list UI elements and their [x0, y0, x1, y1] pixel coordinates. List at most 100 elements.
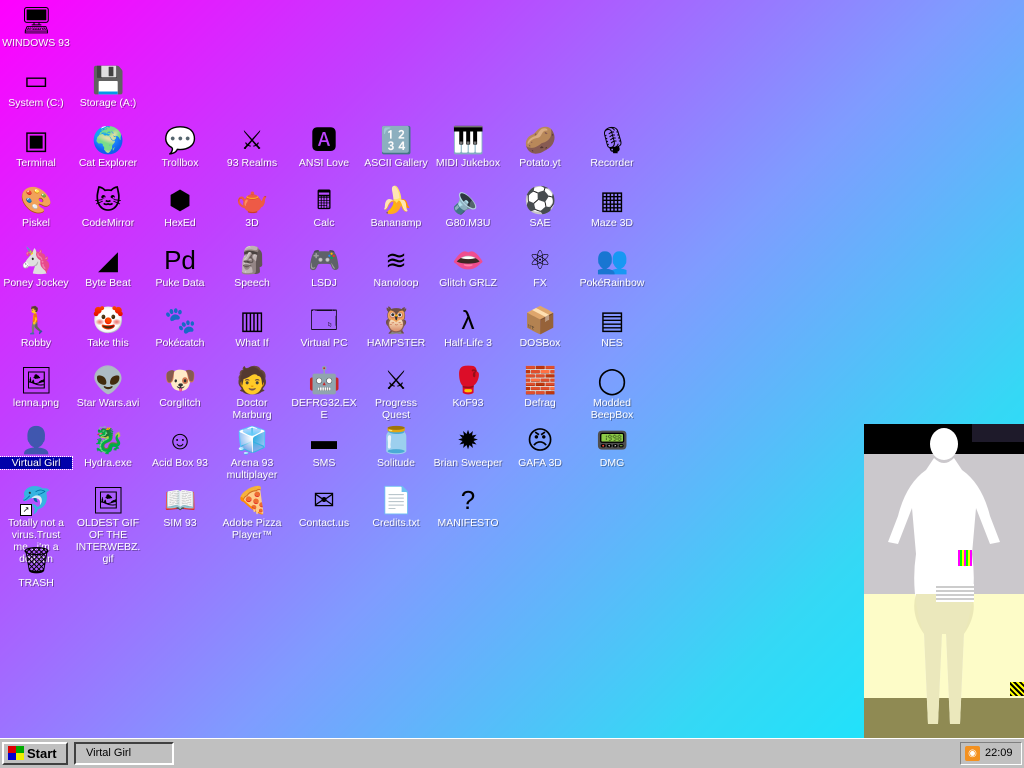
desktop-icon-what-if[interactable]: ▥ What If: [216, 304, 288, 349]
desktop-icon-progress-quest[interactable]: ⚔ Progress Quest: [360, 364, 432, 421]
desktop-icon-midi-jukebox[interactable]: 🎹 MIDI Jukebox: [432, 124, 504, 169]
virtual-girl-window[interactable]: [864, 424, 1024, 738]
desktop-icon-lenna-png[interactable]: 🖼 lenna.png: [0, 364, 72, 409]
desktop-icon-contact-us[interactable]: ✉ Contact.us: [288, 484, 360, 529]
desktop-icon-byte-beat[interactable]: ◢ Byte Beat: [72, 244, 144, 289]
pokemon-trainers-icon: 👥: [596, 245, 629, 275]
desktop-icon-arena-93-multiplayer[interactable]: 🧊 Arena 93 multiplayer: [216, 424, 288, 481]
desktop-icon-pok-catch[interactable]: 🐾 Pokécatch: [144, 304, 216, 349]
desktop-icon-half-life-3[interactable]: λ Half-Life 3: [432, 304, 504, 349]
dragon-icon: 🐉: [92, 425, 125, 455]
desktop-icon-storage-a[interactable]: 💾 Storage (A:): [72, 64, 144, 109]
desktop-icon-codemirror[interactable]: 🐱 CodeMirror: [72, 184, 144, 229]
desktop-icon-label: DMG: [599, 457, 625, 469]
desktop-icon-label: Glitch GRLZ: [439, 277, 497, 289]
stick-figure-icon: 🚶: [20, 305, 53, 335]
desktop-icon-trollbox[interactable]: 💬 Trollbox: [144, 124, 216, 169]
desktop-icon-maze-3d[interactable]: ▦ Maze 3D: [576, 184, 648, 229]
desktop-icon-piskel[interactable]: 🎨 Piskel: [0, 184, 72, 229]
chat-bubble-icon: 💬: [164, 125, 197, 155]
desktop-icon-label: Modded BeepBox: [590, 397, 634, 421]
desktop-icon-sms[interactable]: ▬ SMS: [288, 424, 360, 469]
desktop-icon-g80-m3u[interactable]: 🔈 G80.M3U: [432, 184, 504, 229]
desktop-icon-bananamp[interactable]: 🍌 Bananamp: [360, 184, 432, 229]
desktop[interactable]: 🖥 WINDOWS 93 ▭ System (C:) 💾 Storage (A:) ▣ Ter…: [0, 0, 1024, 738]
desktop-icon-speech[interactable]: 🗿 Speech: [216, 244, 288, 289]
microphone-icon: 🎙: [596, 125, 630, 155]
desktop-icon-solitude[interactable]: 🫙 Solitude: [360, 424, 432, 469]
desktop-icon-label: Contact.us: [298, 517, 350, 529]
desktop-icon-label: CodeMirror: [81, 217, 135, 229]
rss-icon[interactable]: ◉: [965, 746, 980, 761]
computer-icon: 🖥: [20, 5, 54, 35]
desktop-icon-adobe-pizza-player[interactable]: 🍕 Adobe Pizza Player™: [216, 484, 288, 541]
desktop-icon-windows-93[interactable]: 🖥 WINDOWS 93: [0, 4, 72, 49]
desktop-icon-kof93[interactable]: 🥊 KoF93: [432, 364, 504, 409]
taskbar: Start Virtal Girl ◉ 22:09: [0, 738, 1024, 768]
desktop-icon-system-c[interactable]: ▭ System (C:): [0, 64, 72, 109]
desktop-icon-ascii-gallery[interactable]: 🔢 ASCII Gallery: [360, 124, 432, 169]
pd-icon: Pd: [164, 245, 196, 275]
desktop-icon-label: Half-Life 3: [444, 337, 492, 349]
nes-console-icon: ▤: [599, 305, 625, 335]
dolphin-icon: 🐬 ↗: [20, 485, 53, 516]
desktop-icon-hexed[interactable]: ⬢ HexEd: [144, 184, 216, 229]
desktop-icon-label: Virtual PC: [300, 337, 348, 349]
numbers-icon: 🔢: [380, 125, 413, 155]
fighter-icon: 🥊: [452, 365, 485, 395]
desktop-icon-3d[interactable]: 🫖 3D: [216, 184, 288, 229]
desktop-icon-sae[interactable]: ⚽ SAE: [504, 184, 576, 229]
desktop-icon-glitch-grlz[interactable]: 👄 Glitch GRLZ: [432, 244, 504, 289]
desktop-icon-take-this[interactable]: 🤡 Take this: [72, 304, 144, 349]
desktop-icon-terminal[interactable]: ▣ Terminal: [0, 124, 72, 169]
face-icon: 🗿: [236, 245, 269, 275]
desktop-icon-sim-93[interactable]: 📖 SIM 93: [144, 484, 216, 529]
desktop-icon-label: DEFRG32.EXE: [291, 397, 357, 421]
desktop-icon-acid-box-93[interactable]: ☺ Acid Box 93: [144, 424, 216, 469]
desktop-icon-virtual-pc[interactable]: 🗔 Virtual PC: [288, 304, 360, 349]
desktop-icon-ansi-love[interactable]: 🅰 ANSI Love: [288, 124, 360, 169]
desktop-icon-hampster[interactable]: 🦉 HAMPSTER: [360, 304, 432, 349]
desktop-icon-label: Solitude: [377, 457, 415, 469]
taskbar-item-virtual-girl[interactable]: Virtal Girl: [74, 742, 174, 765]
desktop-icon-hydra-exe[interactable]: 🐉 Hydra.exe: [72, 424, 144, 469]
desktop-icon-93-realms[interactable]: ⚔ 93 Realms: [216, 124, 288, 169]
calculator-icon: 🖩: [316, 185, 332, 215]
desktop-icon-nanoloop[interactable]: ≋ Nanoloop: [360, 244, 432, 289]
desktop-icon-oldest-gif-of-the-interwebz-gif[interactable]: 🖼 OLDEST GIF OF THE INTERWEBZ.gif: [72, 484, 144, 565]
desktop-icon-defrag[interactable]: 🧱 Defrag: [504, 364, 576, 409]
desktop-icon-dmg[interactable]: 📟 DMG: [576, 424, 648, 469]
desktop-icon-brian-sweeper[interactable]: ✹ Brian Sweeper: [432, 424, 504, 469]
desktop-icon-potato-yt[interactable]: 🥔 Potato.yt: [504, 124, 576, 169]
desktop-icon-corglitch[interactable]: 🐶 Corglitch: [144, 364, 216, 409]
maze-icon: ▦: [599, 185, 625, 215]
desktop-icon-nes[interactable]: ▤ NES: [576, 304, 648, 349]
desktop-icon-label: KoF93: [452, 397, 484, 409]
virtual-girl-figure: [888, 428, 1000, 724]
desktop-icon-calc[interactable]: 🖩 Calc: [288, 184, 360, 229]
desktop-icon-puke-data[interactable]: Pd Puke Data: [144, 244, 216, 289]
checkered-ball-icon: ⚽: [524, 185, 557, 215]
desktop-icon-trash[interactable]: 🗑 TRASH: [0, 544, 72, 589]
desktop-icon-gafa-3d[interactable]: 😠 GAFA 3D: [504, 424, 576, 469]
desktop-icon-label: Robby: [20, 337, 52, 349]
start-button[interactable]: Start: [2, 742, 68, 765]
dosbox-icon: 📦: [524, 305, 557, 335]
desktop-icon-lsdj[interactable]: 🎮 LSDJ: [288, 244, 360, 289]
desktop-icon-robby[interactable]: 🚶 Robby: [0, 304, 72, 349]
desktop-icon-star-wars-avi[interactable]: 👽 Star Wars.avi: [72, 364, 144, 409]
desktop-icon-doctor-marburg[interactable]: 🧑 Doctor Marburg: [216, 364, 288, 421]
desktop-icon-dosbox[interactable]: 📦 DOSBox: [504, 304, 576, 349]
desktop-icon-virtual-girl[interactable]: 👤 Virtual Girl: [0, 424, 73, 470]
robot-face-icon: 🤖: [308, 365, 341, 395]
desktop-icon-recorder[interactable]: 🎙 Recorder: [576, 124, 648, 169]
desktop-icon-credits-txt[interactable]: 📄 Credits.txt: [360, 484, 432, 529]
desktop-icon-pok-rainbow[interactable]: 👥 PokéRainbow: [576, 244, 648, 289]
text-file-icon: 📄: [380, 485, 413, 515]
desktop-icon-fx[interactable]: ⚛ FX: [504, 244, 576, 289]
desktop-icon-modded-beepbox[interactable]: ◯ Modded BeepBox: [576, 364, 648, 421]
desktop-icon-poney-jockey[interactable]: 🦄 Poney Jockey: [0, 244, 72, 289]
desktop-icon-defrg32-exe[interactable]: 🤖 DEFRG32.EXE: [288, 364, 360, 421]
desktop-icon-manifesto[interactable]: ? MANIFESTO: [432, 484, 504, 529]
desktop-icon-cat-explorer[interactable]: 🌍 Cat Explorer: [72, 124, 144, 169]
